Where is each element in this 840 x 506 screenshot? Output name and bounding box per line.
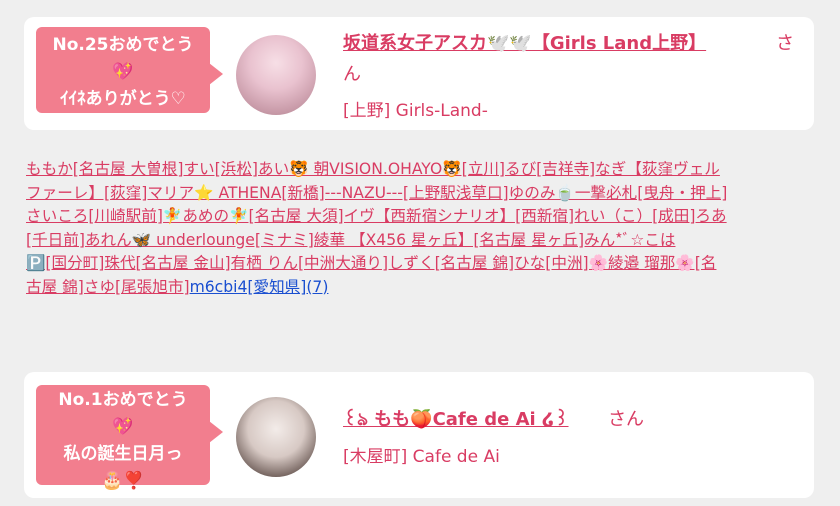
liked-by-links-line[interactable]: ファーレ】[荻窪]マリア⭐ ATHENA[新橋]---NAZU---[上野駅浅草… <box>26 184 727 202</box>
liked-by-links-line[interactable]: 🅿️[国分町]珠代[名古屋 金山]有栖 りん[中洲大通り]しずく[名古屋 錦]ひ… <box>26 254 716 272</box>
badge-rank-text: No.1おめでとう <box>58 390 188 410</box>
speech-tail <box>209 63 223 85</box>
liked-by-links-line[interactable]: ももか[名古屋 大曽根]すい[浜松]あい🐯 朝VISION.OHAYO🐯[立川]… <box>26 160 720 178</box>
rank-badge: No.1おめでとう 💖 私の誕生日月っ 🎂❣️ <box>36 385 223 491</box>
honorific: さ <box>776 33 794 54</box>
liked-by-list: ももか[名古屋 大曽根]すい[浜松]あい🐯 朝VISION.OHAYO🐯[立川]… <box>26 158 816 299</box>
ranking-card-25: No.25おめでとう 💖 ｲｲﾈありがとう♡ 坂道系女子アスカ🕊️🕊️【Girl… <box>24 17 814 130</box>
girl-name-link[interactable]: 坂道系女子アスカ🕊️🕊️【Girls Land上野】 <box>343 29 706 55</box>
honorific: さん <box>608 409 644 430</box>
shop-name: [木屋町] Cafe de Ai <box>343 447 500 467</box>
shop-name: [上野] Girls-Land- <box>343 101 488 121</box>
badge-rank-text: No.25おめでとう <box>52 35 194 55</box>
speech-tail <box>209 421 223 443</box>
liked-by-links-line[interactable]: [千日前]あれん🦋 underlounge[ミナミ]綾華 【X456 星ヶ丘】[… <box>26 231 676 249</box>
heart-icon: 💖 <box>112 417 134 437</box>
ranking-card-1: No.1おめでとう 💖 私の誕生日月っ 🎂❣️ ꒰ঌ もも🍑Cafe de Ai… <box>24 372 814 498</box>
rank-badge: No.25おめでとう 💖 ｲｲﾈありがとう♡ <box>36 27 223 113</box>
badge-message: 私の誕生日月っ <box>63 444 183 464</box>
badge-message: ｲｲﾈありがとう♡ <box>60 89 186 109</box>
girl-name-link[interactable]: ꒰ঌ もも🍑Cafe de Ai ໒꒱ <box>343 405 569 436</box>
heart-icon: 💖 <box>112 62 134 82</box>
honorific-cont: ん <box>343 64 361 85</box>
avatar[interactable] <box>236 35 316 115</box>
cake-heart-icon: 🎂❣️ <box>101 471 145 491</box>
user-link[interactable]: m6cbi4[愛知県](7) <box>190 278 329 296</box>
liked-by-links-line[interactable]: さいころ[川崎駅前]🧚あめの🧚[名古屋 大須]イヴ【西新宿シナリオ】[西新宿]れ… <box>26 207 727 225</box>
avatar[interactable] <box>236 397 316 477</box>
liked-by-links-line[interactable]: 古屋 錦]さゆ[尾張旭市] <box>26 278 190 296</box>
